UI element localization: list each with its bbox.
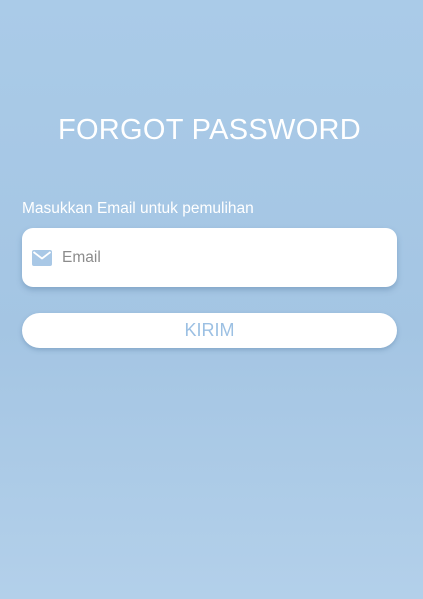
forgot-password-screen: FORGOT PASSWORD Masukkan Email untuk pem… [0,0,423,599]
page-title: FORGOT PASSWORD [57,114,362,146]
email-input[interactable] [62,248,362,267]
mail-icon [32,249,52,266]
submit-button[interactable]: KIRIM [22,313,397,348]
email-field-label: Masukkan Email untuk pemulihan [22,200,254,217]
email-field-container[interactable] [22,228,397,287]
